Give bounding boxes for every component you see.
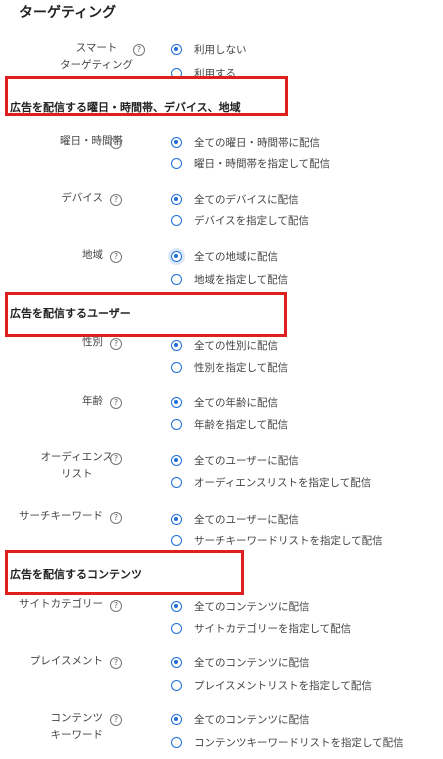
radio-unselected-icon[interactable] xyxy=(171,622,182,634)
radio-unselected-icon[interactable] xyxy=(171,679,182,691)
audience-list-label-line1: オーディエンス xyxy=(40,451,113,463)
option-label: サーチキーワードリストを指定して配信 xyxy=(194,534,383,547)
age-option-all[interactable]: 全ての年齢に配信 xyxy=(171,393,278,411)
site-category-label: サイトカテゴリー xyxy=(19,598,103,610)
radio-selected-icon[interactable] xyxy=(171,396,182,408)
radio-unselected-icon[interactable] xyxy=(171,534,182,546)
option-label: 全てのユーザーに配信 xyxy=(194,513,299,526)
gender-option-all[interactable]: 全ての性別に配信 xyxy=(171,336,278,354)
option-label: 性別を指定して配信 xyxy=(194,361,289,374)
gender-option-specify[interactable]: 性別を指定して配信 xyxy=(171,358,288,376)
smart-targeting-label-line2: ターゲティング xyxy=(60,59,133,71)
region-option-specify[interactable]: 地域を指定して配信 xyxy=(171,270,288,288)
option-label: デバイスを指定して配信 xyxy=(194,214,309,227)
placement-option-specify[interactable]: プレイスメントリストを指定して配信 xyxy=(171,676,372,694)
radio-unselected-icon[interactable] xyxy=(171,476,182,488)
radio-unselected-icon[interactable] xyxy=(171,273,182,285)
help-icon[interactable]: ? xyxy=(110,657,122,669)
content-keyword-option-all[interactable]: 全てのコンテンツに配信 xyxy=(171,710,310,728)
option-label: 全ての曜日・時間帯に配信 xyxy=(194,136,320,149)
section-title-weekday-device-region: 広告を配信する曜日・時間帯、デバイス、地域 xyxy=(10,101,241,114)
weekday-option-specify[interactable]: 曜日・時間帯を指定して配信 xyxy=(171,154,330,172)
radio-selected-icon[interactable] xyxy=(171,193,182,205)
help-icon[interactable]: ? xyxy=(110,600,122,612)
age-label: 年齢 xyxy=(82,395,103,407)
content-keyword-option-specify[interactable]: コンテンツキーワードリストを指定して配信 xyxy=(171,733,404,751)
audience-list-label-line2: リスト xyxy=(60,468,93,480)
site-category-option-all[interactable]: 全てのコンテンツに配信 xyxy=(171,597,310,615)
radio-selected-icon[interactable] xyxy=(171,513,182,525)
content-keyword-label-line1: コンテンツ xyxy=(50,712,104,724)
search-keyword-label: サーチキーワード xyxy=(19,510,103,522)
radio-selected-icon[interactable] xyxy=(171,713,182,725)
option-label: 全てのコンテンツに配信 xyxy=(194,713,310,726)
option-label: オーディエンスリストを指定して配信 xyxy=(194,476,372,489)
content-keyword-label: コンテンツ キーワード xyxy=(51,710,104,744)
option-label: コンテンツキーワードリストを指定して配信 xyxy=(194,736,404,749)
audience-option-all[interactable]: 全てのユーザーに配信 xyxy=(171,451,299,469)
radio-unselected-icon[interactable] xyxy=(171,157,182,169)
option-label: 年齢を指定して配信 xyxy=(194,418,289,431)
help-icon[interactable]: ? xyxy=(110,397,122,409)
smart-targeting-label-line1: スマート xyxy=(75,42,118,54)
help-icon[interactable]: ? xyxy=(110,714,122,726)
help-icon[interactable]: ? xyxy=(110,512,122,524)
smart-option-off[interactable]: 利用しない xyxy=(171,40,247,58)
section-title-contents: 広告を配信するコンテンツ xyxy=(10,568,142,581)
page-title: ターゲティング xyxy=(19,5,117,21)
option-label: 全てのコンテンツに配信 xyxy=(194,656,310,669)
radio-unselected-icon[interactable] xyxy=(171,214,182,226)
device-label: デバイス xyxy=(61,192,103,204)
radio-unselected-icon[interactable] xyxy=(171,418,182,430)
radio-selected-icon[interactable] xyxy=(171,600,182,612)
option-label: 曜日・時間帯を指定して配信 xyxy=(194,157,331,170)
help-icon[interactable]: ? xyxy=(110,453,122,465)
option-label: 利用しない xyxy=(194,43,247,56)
help-icon[interactable]: ? xyxy=(110,338,122,350)
help-icon[interactable]: ? xyxy=(110,194,122,206)
option-label: 全てのデバイスに配信 xyxy=(194,193,299,206)
help-icon[interactable]: ? xyxy=(133,44,145,56)
help-icon[interactable]: ? xyxy=(110,137,122,149)
help-icon[interactable]: ? xyxy=(110,251,122,263)
device-option-all[interactable]: 全てのデバイスに配信 xyxy=(171,190,299,208)
device-option-specify[interactable]: デバイスを指定して配信 xyxy=(171,211,309,229)
option-label: 全ての年齢に配信 xyxy=(194,396,278,409)
option-label: 全てのコンテンツに配信 xyxy=(194,600,310,613)
radio-selected-icon[interactable] xyxy=(171,339,182,351)
weekday-option-all[interactable]: 全ての曜日・時間帯に配信 xyxy=(171,133,320,151)
option-label: 全ての地域に配信 xyxy=(194,250,278,263)
audience-option-specify[interactable]: オーディエンスリストを指定して配信 xyxy=(171,473,371,491)
age-option-specify[interactable]: 年齢を指定して配信 xyxy=(171,415,288,433)
radio-selected-icon[interactable] xyxy=(171,656,182,668)
section-title-users: 広告を配信するユーザー xyxy=(10,307,131,320)
content-keyword-label-line2: キーワード xyxy=(50,729,104,741)
region-option-all[interactable]: 全ての地域に配信 xyxy=(171,247,278,265)
option-label: プレイスメントリストを指定して配信 xyxy=(194,679,372,692)
search-keyword-option-all[interactable]: 全てのユーザーに配信 xyxy=(171,510,299,528)
option-label: サイトカテゴリーを指定して配信 xyxy=(194,622,352,635)
smart-targeting-label: スマート ターゲティング xyxy=(60,40,133,74)
gender-label: 性別 xyxy=(82,336,103,348)
radio-selected-icon[interactable] xyxy=(171,136,182,148)
radio-selected-icon[interactable] xyxy=(171,43,182,55)
option-label: 全ての性別に配信 xyxy=(194,339,278,352)
search-keyword-option-specify[interactable]: サーチキーワードリストを指定して配信 xyxy=(171,531,383,549)
placement-label: プレイスメント xyxy=(29,655,103,667)
option-label: 全てのユーザーに配信 xyxy=(194,454,299,467)
region-label: 地域 xyxy=(82,249,103,261)
radio-unselected-icon[interactable] xyxy=(171,361,182,373)
radio-selected-icon[interactable] xyxy=(171,454,182,466)
option-label: 地域を指定して配信 xyxy=(194,273,289,286)
radio-unselected-icon[interactable] xyxy=(171,736,182,748)
radio-selected-icon[interactable] xyxy=(171,250,182,262)
site-category-option-specify[interactable]: サイトカテゴリーを指定して配信 xyxy=(171,619,351,637)
audience-list-label: オーディエンス リスト xyxy=(40,449,113,483)
placement-option-all[interactable]: 全てのコンテンツに配信 xyxy=(171,653,310,671)
